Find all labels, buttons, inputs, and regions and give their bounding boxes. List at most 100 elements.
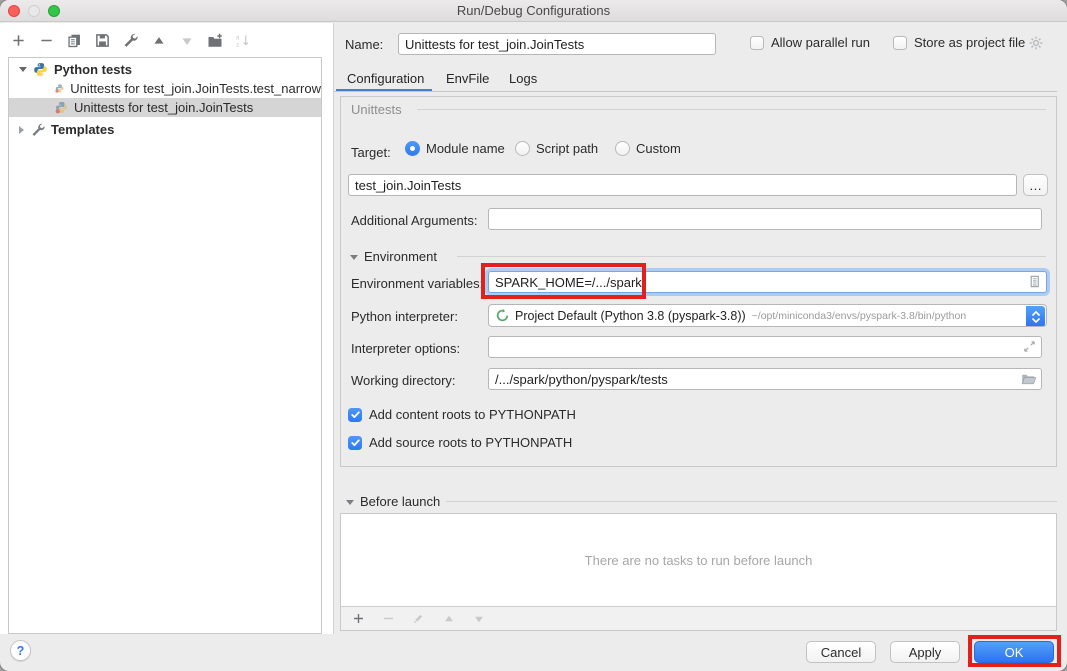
add-task-button[interactable] xyxy=(350,610,367,627)
folder-browse-icon[interactable] xyxy=(1021,371,1037,387)
tree-item-templates[interactable]: Templates xyxy=(9,120,321,139)
store-as-project-file-checkbox[interactable]: Store as project file xyxy=(893,35,1025,50)
edit-variables-icon[interactable] xyxy=(1027,274,1042,289)
move-up-button[interactable] xyxy=(150,32,167,49)
interpreter-options-input[interactable] xyxy=(488,336,1042,358)
titlebar: Run/Debug Configurations xyxy=(0,0,1067,22)
remove-task-button[interactable] xyxy=(380,610,397,627)
radio-module-name[interactable]: Module name xyxy=(405,141,505,156)
checkbox-label: Store as project file xyxy=(914,35,1025,50)
environment-collapse-icon[interactable] xyxy=(350,255,358,260)
add-source-roots-checkbox[interactable]: Add source roots to PYTHONPATH xyxy=(348,435,572,450)
working-directory-wrap xyxy=(488,368,1042,390)
before-launch-toolbar xyxy=(341,606,1056,630)
environment-variables-label: Environment variables: xyxy=(351,276,483,291)
radio-script-path[interactable]: Script path xyxy=(515,141,598,156)
svg-text:a: a xyxy=(236,34,240,41)
move-task-up-button[interactable] xyxy=(440,610,457,627)
checkbox-checked-icon xyxy=(348,436,362,450)
before-launch-label: Before launch xyxy=(360,494,440,509)
environment-divider xyxy=(457,256,1046,257)
target-label: Target: xyxy=(351,145,391,160)
svg-text:z: z xyxy=(236,42,239,49)
allow-parallel-run-checkbox[interactable]: Allow parallel run xyxy=(750,35,870,50)
wrench-icon xyxy=(30,122,45,137)
radio-label: Module name xyxy=(426,141,505,156)
python-test-icon xyxy=(55,101,68,114)
browse-module-button[interactable]: … xyxy=(1023,174,1048,196)
tab-logs[interactable]: Logs xyxy=(509,71,537,86)
zoom-window-button[interactable] xyxy=(48,5,60,17)
interpreter-options-wrap xyxy=(488,336,1042,358)
remove-configuration-button[interactable] xyxy=(38,32,55,49)
save-configuration-button[interactable] xyxy=(94,32,111,49)
checkbox-checked-icon xyxy=(348,408,362,422)
environment-section-label: Environment xyxy=(364,249,437,264)
new-folder-button[interactable] xyxy=(206,32,223,49)
python-test-icon xyxy=(55,82,64,95)
collapse-arrow-icon[interactable] xyxy=(19,67,27,72)
before-launch-collapse-icon[interactable] xyxy=(346,500,354,505)
window-title: Run/Debug Configurations xyxy=(0,0,1067,21)
gear-icon[interactable] xyxy=(1028,35,1044,51)
configurations-tree: Python tests Unittests for test_join.Joi… xyxy=(8,57,322,634)
run-debug-configurations-dialog: Run/Debug Configurations az Python tests… xyxy=(0,0,1067,671)
close-window-button[interactable] xyxy=(8,5,20,17)
tree-item-label: Unittests for test_join.JoinTests.test_n… xyxy=(70,81,321,96)
sort-configurations-button[interactable]: az xyxy=(234,32,251,49)
tree-item-label: Unittests for test_join.JoinTests xyxy=(74,100,253,115)
add-content-roots-checkbox[interactable]: Add content roots to PYTHONPATH xyxy=(348,407,576,422)
radio-custom[interactable]: Custom xyxy=(615,141,681,156)
before-launch-tasks-panel: There are no tasks to run before launch xyxy=(340,513,1057,631)
interpreter-path: ~/opt/miniconda3/envs/pyspark-3.8/bin/py… xyxy=(752,310,967,322)
expand-arrow-icon[interactable] xyxy=(19,126,24,134)
name-input[interactable] xyxy=(398,33,716,55)
radio-selected-icon xyxy=(405,141,420,156)
unittests-group-label: Unittests xyxy=(351,102,402,117)
python-interpreter-label: Python interpreter: xyxy=(351,309,458,324)
interpreter-options-label: Interpreter options: xyxy=(351,341,460,356)
tree-item-python-tests[interactable]: Python tests xyxy=(9,60,321,79)
checkbox-unchecked-icon xyxy=(750,36,764,50)
checkbox-label: Add source roots to PYTHONPATH xyxy=(369,435,572,450)
edit-task-button[interactable] xyxy=(410,610,427,627)
move-down-button[interactable] xyxy=(178,32,195,49)
no-tasks-message: There are no tasks to run before launch xyxy=(341,514,1056,606)
working-directory-label: Working directory: xyxy=(351,373,456,388)
radio-unselected-icon xyxy=(515,141,530,156)
cancel-button[interactable]: Cancel xyxy=(806,641,876,663)
minimize-window-button[interactable] xyxy=(28,5,40,17)
checkbox-unchecked-icon xyxy=(893,36,907,50)
configuration-panel: Unittests Target: Module name Script pat… xyxy=(340,96,1057,467)
radio-unselected-icon xyxy=(615,141,630,156)
radio-label: Script path xyxy=(536,141,598,156)
copy-configuration-button[interactable] xyxy=(66,32,83,49)
annotation-box-env-vars xyxy=(481,263,646,299)
move-task-down-button[interactable] xyxy=(470,610,487,627)
module-name-input[interactable] xyxy=(348,174,1017,196)
interpreter-value: Project Default (Python 3.8 (pyspark-3.8… xyxy=(515,309,746,323)
tree-item-label: Python tests xyxy=(54,62,132,77)
expand-field-icon[interactable] xyxy=(1022,339,1037,354)
tab-envfile[interactable]: EnvFile xyxy=(446,71,489,86)
edit-templates-button[interactable] xyxy=(122,32,139,49)
tab-configuration[interactable]: Configuration xyxy=(347,71,424,86)
apply-button[interactable]: Apply xyxy=(890,641,960,663)
additional-arguments-wrap xyxy=(488,208,1042,230)
before-launch-divider xyxy=(446,501,1057,502)
group-divider xyxy=(417,109,1046,110)
annotation-box-ok xyxy=(968,635,1061,667)
add-configuration-button[interactable] xyxy=(10,32,27,49)
tree-item-unittest-jointests[interactable]: Unittests for test_join.JoinTests xyxy=(9,98,321,117)
name-label: Name: xyxy=(345,37,383,52)
tree-item-unittest-narrow[interactable]: Unittests for test_join.JoinTests.test_n… xyxy=(9,79,321,98)
python-interpreter-select[interactable]: Project Default (Python 3.8 (pyspark-3.8… xyxy=(488,304,1047,327)
tree-item-label: Templates xyxy=(51,122,114,137)
additional-arguments-input[interactable] xyxy=(488,208,1042,230)
additional-arguments-label: Additional Arguments: xyxy=(351,213,477,228)
tree-toolbar: az xyxy=(10,32,251,49)
dropdown-stepper-icon[interactable] xyxy=(1026,306,1045,327)
name-field-wrap xyxy=(398,33,716,55)
help-button[interactable]: ? xyxy=(10,640,31,661)
working-directory-input[interactable] xyxy=(488,368,1042,390)
